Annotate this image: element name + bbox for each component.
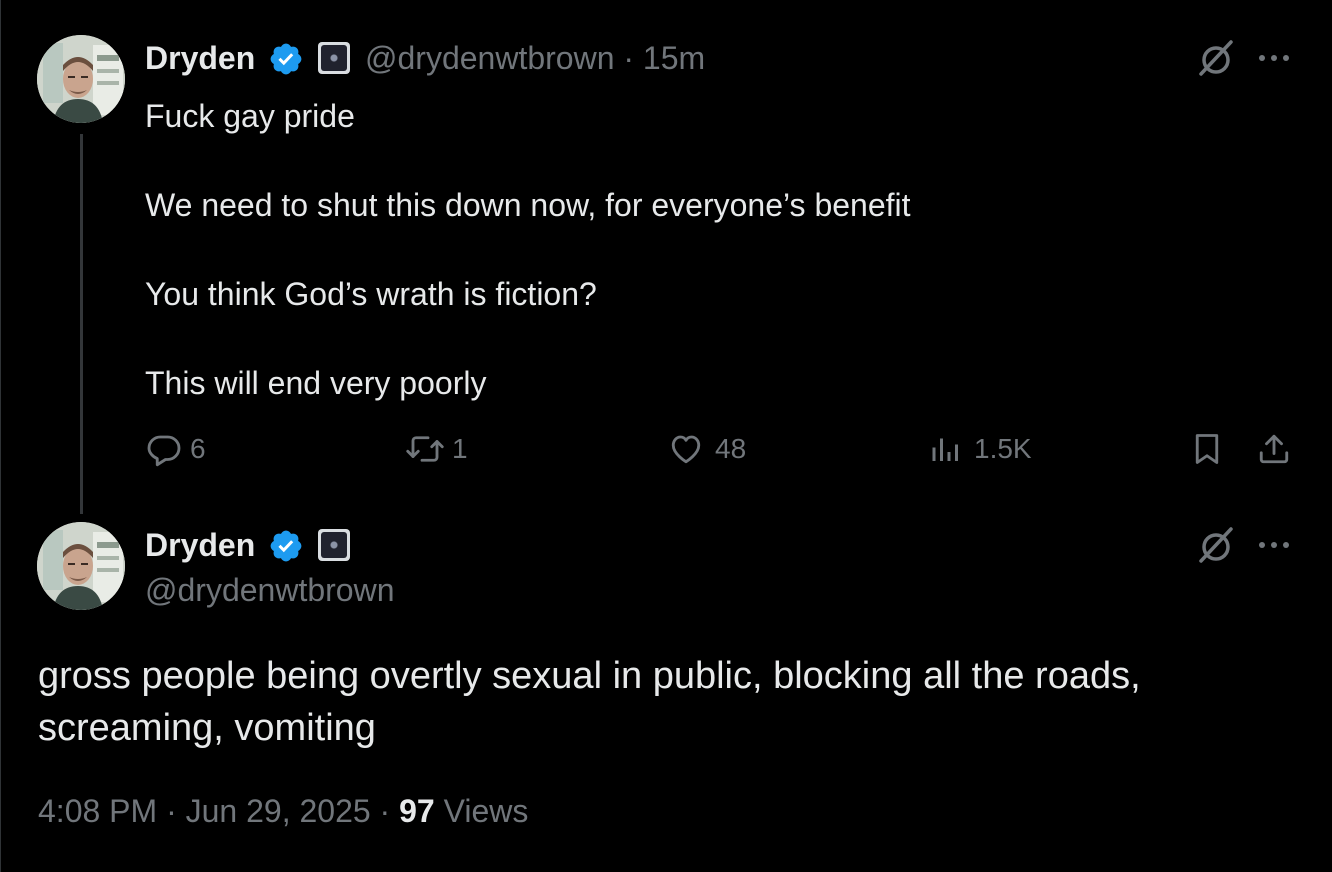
reply-icon (147, 435, 181, 467)
tweet-text-line (145, 228, 911, 273)
separator-dot: · (379, 793, 391, 829)
affiliate-badge-icon[interactable] (318, 529, 350, 561)
tweet-date[interactable]: Jun 29, 2025 (186, 793, 371, 829)
tweet-metadata: 4:08 PM · Jun 29, 2025 · 97 Views (38, 795, 528, 827)
repost-count: 1 (452, 433, 468, 464)
tweet-text: gross people being overtly sexual in pub… (38, 655, 1141, 749)
tweet-time[interactable]: 4:08 PM (38, 793, 157, 829)
views-label: Views (443, 793, 529, 829)
bookmark-icon[interactable] (1189, 431, 1225, 467)
more-icon[interactable] (1256, 535, 1292, 555)
views-button[interactable]: 1.5K (928, 431, 1032, 467)
views-icon (932, 438, 958, 461)
reply-button[interactable]: 6 (146, 431, 206, 467)
tweet-text-line: Fuck gay pride (145, 98, 355, 134)
grok-icon[interactable] (1196, 525, 1236, 565)
separator-dot: · (166, 793, 177, 829)
tweet-timestamp[interactable]: 15m (643, 40, 705, 76)
separator-dot: · (623, 40, 635, 76)
like-icon (671, 435, 701, 464)
share-icon[interactable] (1256, 431, 1292, 467)
tweet-text-line (145, 317, 911, 362)
author-avatar[interactable] (37, 522, 125, 610)
tweet-text-line: We need to shut this down now, for every… (145, 187, 911, 223)
tweet-text-line: This will end very poorly (145, 365, 487, 401)
like-button[interactable]: 48 (667, 431, 746, 467)
repost-button[interactable]: 1 (404, 431, 468, 467)
verified-badge-icon[interactable] (268, 41, 304, 77)
more-icon[interactable] (1256, 48, 1292, 68)
thread-connector-line (80, 134, 83, 514)
author-handle[interactable]: @drydenwtbrown (365, 40, 614, 76)
tweet-text-line (145, 139, 911, 184)
verified-badge-icon[interactable] (268, 528, 304, 564)
affiliate-badge-icon[interactable] (318, 42, 350, 74)
author-name[interactable]: Dryden (145, 529, 255, 561)
author-handle-time[interactable]: @drydenwtbrown · 15m (365, 42, 705, 74)
tweet-text: Fuck gay pride We need to shut this down… (145, 94, 911, 406)
tweet-text-line: You think God’s wrath is fiction? (145, 276, 597, 312)
views-count: 97 (399, 793, 435, 829)
avatar-image (37, 35, 125, 123)
like-count: 48 (715, 433, 747, 464)
repost-icon (406, 436, 444, 462)
author-avatar[interactable] (37, 35, 125, 123)
views-count: 1.5K (974, 433, 1032, 464)
reply-count: 6 (190, 433, 206, 464)
author-name[interactable]: Dryden (145, 42, 255, 74)
grok-icon[interactable] (1196, 38, 1236, 78)
author-handle[interactable]: @drydenwtbrown (145, 574, 394, 606)
avatar-image (37, 522, 125, 610)
